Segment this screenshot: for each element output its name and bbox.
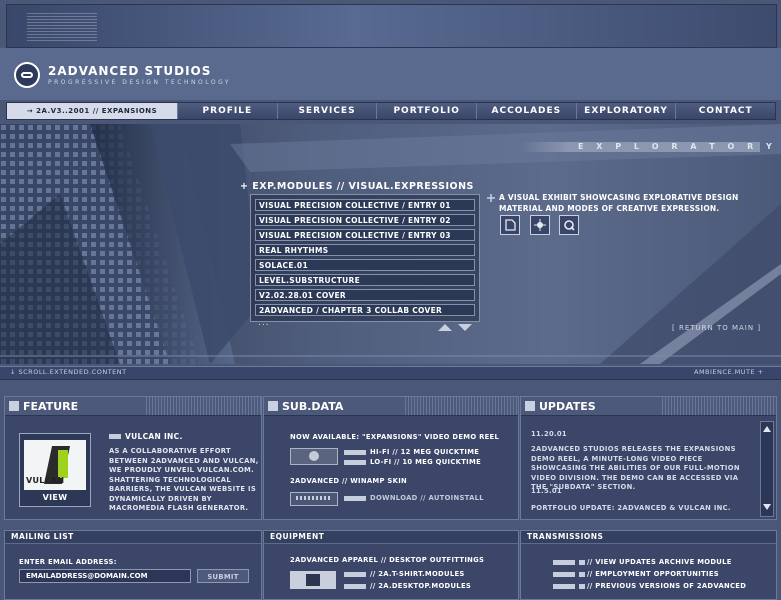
section-title: E X P L O R A T O R Y: [578, 142, 777, 151]
subdata-panel: SUB.DATA NOW AVAILABLE: "EXPANSIONS" VID…: [263, 396, 519, 520]
subdata-skin: 2ADVANCED // WINAMP SKIN: [290, 477, 408, 485]
update-date: 11.20.01: [531, 430, 567, 438]
updates-archive-link[interactable]: // VIEW UPDATES ARCHIVE MODULE: [553, 558, 732, 566]
previous-versions-link[interactable]: // PREVIOUS VERSIONS OF 2ADVANCED: [553, 582, 746, 590]
bullet-icon: [109, 434, 121, 439]
feature-panel-icon: [9, 401, 19, 411]
module-list: VISUAL PRECISION COLLECTIVE / ENTRY 01 V…: [250, 194, 480, 322]
scroll-down-icon[interactable]: [762, 502, 772, 512]
return-to-main-link[interactable]: [ RETURN TO MAIN ]: [672, 324, 761, 332]
brand-name[interactable]: 2ADVANCED STUDIOS: [48, 64, 211, 78]
module-item[interactable]: 2ADVANCED / CHAPTER 3 COLLAB COVER: [255, 304, 475, 316]
feature-title: FEATURE: [23, 400, 79, 413]
feature-body: AS A COLLABORATIVE EFFORT BETWEEN 2ADVAN…: [109, 447, 259, 512]
modules-title: + EXP.MODULES // VISUAL.EXPRESSIONS: [240, 181, 474, 192]
email-label: ENTER EMAIL ADDRESS:: [19, 558, 117, 566]
download-link[interactable]: DOWNLOAD // AUTOINSTALL: [344, 494, 484, 502]
mailing-panel: MAILING LIST ENTER EMAIL ADDRESS: SUBMIT: [4, 530, 262, 600]
transmissions-title: TRANSMISSIONS: [521, 531, 776, 544]
desktop-link[interactable]: // 2A.DESKTOP.MODULES: [344, 582, 471, 590]
nav-portfolio[interactable]: PORTFOLIO: [376, 103, 477, 119]
tshirt-link[interactable]: // 2A.T-SHIRT.MODULES: [344, 570, 465, 578]
skin-thumbnail[interactable]: [290, 492, 338, 506]
mailing-title: MAILING LIST: [5, 531, 261, 544]
module-item[interactable]: V2.02.28.01 COVER: [255, 289, 475, 301]
desktop-link-label: // 2A.DESKTOP.MODULES: [370, 582, 472, 590]
vulcan-logo-image: VULCAN: [24, 440, 86, 490]
equipment-heading: 2ADVANCED APPAREL // DESKTOP OUTFITTINGS: [290, 556, 485, 564]
lofi-label: LO-FI // 10 MEG QUICKTIME: [370, 458, 482, 466]
transmissions-panel: TRANSMISSIONS // VIEW UPDATES ARCHIVE MO…: [520, 530, 777, 600]
scroll-extended-content-link[interactable]: ↓ SCROLL.EXTENDED.CONTENT: [10, 368, 127, 376]
magnifier-icon[interactable]: [559, 215, 579, 235]
transmission-link-label: // PREVIOUS VERSIONS OF 2ADVANCED: [587, 582, 747, 590]
plus-icon: [487, 194, 495, 202]
brand-tagline: PROGRESSIVE DESIGN TECHNOLOGY: [48, 79, 232, 86]
tshirt-thumbnail[interactable]: [290, 571, 336, 589]
update-date: 11.5.01: [531, 487, 562, 495]
nav-accolades[interactable]: ACCOLADES: [476, 103, 576, 119]
module-more[interactable]: ...: [258, 318, 270, 328]
tshirt-link-label: // 2A.T-SHIRT.MODULES: [370, 570, 465, 578]
updates-scrollbar[interactable]: [760, 421, 774, 517]
nav-current-version[interactable]: → 2A.V3..2001 // EXPANSIONS: [7, 103, 177, 119]
equipment-title: EQUIPMENT: [264, 531, 518, 544]
hifi-link[interactable]: HI-FI // 12 MEG QUICKTIME: [344, 448, 479, 456]
module-item[interactable]: VISUAL PRECISION COLLECTIVE / ENTRY 03: [255, 229, 475, 241]
nav-profile[interactable]: PROFILE: [177, 103, 277, 119]
transmission-link-label: // VIEW UPDATES ARCHIVE MODULE: [587, 558, 732, 566]
update-text: PORTFOLIO UPDATE: 2ADVANCED & VULCAN INC…: [531, 504, 731, 512]
update-text: 2ADVANCED STUDIOS RELEASES THE EXPANSION…: [531, 445, 740, 491]
subdata-reel: NOW AVAILABLE: "EXPANSIONS" VIDEO DEMO R…: [290, 433, 500, 441]
reel-thumbnail[interactable]: [290, 448, 338, 465]
scroll-up-icon[interactable]: [762, 424, 772, 434]
ambience-label-text: AMBIENCE.MUTE: [694, 368, 756, 376]
splat-icon[interactable]: [530, 215, 550, 235]
subdata-title: SUB.DATA: [282, 400, 344, 413]
updates-panel-icon: [525, 401, 535, 411]
submit-button[interactable]: SUBMIT: [197, 569, 249, 583]
ambience-mute-toggle[interactable]: AMBIENCE.MUTE +: [694, 368, 764, 376]
nav-contact[interactable]: CONTACT: [675, 103, 776, 119]
module-item[interactable]: REAL RHYTHMS: [255, 244, 475, 256]
logo-icon[interactable]: [14, 62, 40, 88]
feature-view-link[interactable]: VIEW: [20, 493, 90, 502]
module-item[interactable]: VISUAL PRECISION COLLECTIVE / ENTRY 01: [255, 199, 475, 211]
hifi-label: HI-FI // 12 MEG QUICKTIME: [370, 448, 480, 456]
module-item[interactable]: VISUAL PRECISION COLLECTIVE / ENTRY 02: [255, 214, 475, 226]
feature-panel: FEATURE VULCAN VIEW VULCAN INC. AS A COL…: [4, 396, 262, 520]
updates-title: UPDATES: [539, 400, 596, 413]
lofi-link[interactable]: LO-FI // 10 MEG QUICKTIME: [344, 458, 481, 466]
exploratory-description: A VISUAL EXHIBIT SHOWCASING EXPLORATIVE …: [499, 193, 739, 213]
updates-panel: UPDATES 11.20.01 2ADVANCED STUDIOS RELEA…: [520, 396, 777, 520]
subdata-panel-icon: [268, 401, 278, 411]
scroll-arrows-icon[interactable]: [436, 323, 476, 331]
module-item[interactable]: SOLACE.01: [255, 259, 475, 271]
nav-services[interactable]: SERVICES: [276, 103, 377, 119]
document-icon[interactable]: [500, 215, 520, 235]
download-label: DOWNLOAD // AUTOINSTALL: [370, 494, 484, 502]
main-nav: → 2A.V3..2001 // EXPANSIONS PROFILE SERV…: [6, 102, 776, 120]
scroll-label-text: SCROLL.EXTENDED.CONTENT: [18, 368, 127, 376]
feature-thumbnail[interactable]: VULCAN VIEW: [19, 433, 91, 507]
transmission-link-label: // EMPLOYMENT OPPORTUNITIES: [587, 570, 719, 578]
employment-link[interactable]: // EMPLOYMENT OPPORTUNITIES: [553, 570, 719, 578]
equipment-panel: EQUIPMENT 2ADVANCED APPAREL // DESKTOP O…: [263, 530, 519, 600]
email-field[interactable]: [19, 569, 191, 583]
vulcan-thumb-label: VULCAN: [26, 476, 65, 485]
module-item[interactable]: LEVEL.SUBSTRUCTURE: [255, 274, 475, 286]
top-banner: [6, 4, 777, 48]
feature-heading: VULCAN INC.: [125, 432, 183, 441]
nav-exploratory[interactable]: EXPLORATORY: [575, 103, 676, 119]
